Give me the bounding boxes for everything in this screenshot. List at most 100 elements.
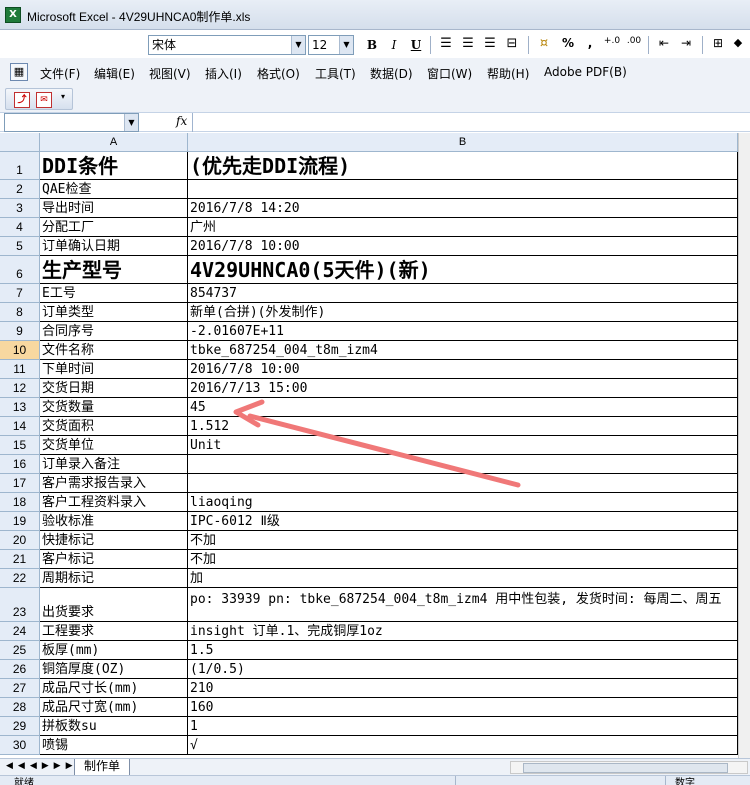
cell-a[interactable]: 出货要求 [40,588,188,622]
row-header[interactable]: 12 [0,379,40,398]
cell-a[interactable]: 文件名称 [40,341,188,360]
row-header[interactable]: 21 [0,550,40,569]
sheet-navigation-arrows-icon[interactable]: ◀◀◀▶▶▶ [6,761,78,771]
row-header[interactable]: 5 [0,237,40,256]
font-size-select[interactable]: 12 ▼ [308,35,354,55]
row-header[interactable]: 4 [0,218,40,237]
cell-a[interactable]: 拼板数su [40,717,188,736]
cell-a[interactable]: 验收标准 [40,512,188,531]
cell-b[interactable]: 2016/7/8 10:00 [188,360,738,379]
align-left-icon[interactable]: ☰ [436,36,456,54]
cell-b[interactable]: liaoqing [188,493,738,512]
row-header[interactable]: 13 [0,398,40,417]
cell-b[interactable]: 新单(合拼)(外发制作) [188,303,738,322]
excel-app-icon[interactable]: X [5,7,21,23]
row-header[interactable]: 29 [0,717,40,736]
cell-a[interactable]: 合同序号 [40,322,188,341]
cell-b[interactable] [188,455,738,474]
cell-b[interactable]: 加 [188,569,738,588]
cell-a[interactable]: 生产型号 [40,256,188,284]
cell-b[interactable]: 1.5 [188,641,738,660]
menu-item-4[interactable]: 格式(O) [257,65,300,82]
cell-a[interactable]: 导出时间 [40,199,188,218]
cell-a[interactable]: 订单录入备注 [40,455,188,474]
insert-function-icon[interactable]: fx [176,114,187,128]
cell-b[interactable]: Unit [188,436,738,455]
percent-button[interactable]: % [558,36,578,54]
row-header[interactable]: 3 [0,199,40,218]
row-header[interactable]: 25 [0,641,40,660]
row-header[interactable]: 30 [0,736,40,755]
cell-b[interactable]: insight 订单.1、完成铜厚1oz [188,622,738,641]
vertical-scrollbar[interactable] [738,133,750,758]
align-right-icon[interactable]: ☰ [480,36,500,54]
cell-b[interactable]: 1.512 [188,417,738,436]
horizontal-scroll-thumb[interactable] [523,763,728,773]
row-header[interactable]: 10 [0,341,40,360]
cell-b[interactable]: 2016/7/13 15:00 [188,379,738,398]
cell-b[interactable]: tbke_687254_004_t8m_izm4 [188,341,738,360]
row-header[interactable]: 8 [0,303,40,322]
increase-indent-icon[interactable]: ⇥ [676,36,696,54]
menu-item-5[interactable]: 工具(T) [315,65,356,82]
chevron-down-icon[interactable]: ▼ [339,36,353,54]
row-header[interactable]: 16 [0,455,40,474]
cell-b[interactable]: IPC-6012 Ⅱ级 [188,512,738,531]
worksheet-menu-icon[interactable]: ▦ [10,63,28,81]
increase-decimal-icon[interactable]: +.0 [602,36,622,54]
menu-item-0[interactable]: 文件(F) [40,65,80,82]
cell-a[interactable]: 成品尺寸长(mm) [40,679,188,698]
menu-item-7[interactable]: 窗口(W) [427,65,472,82]
cell-b[interactable]: √ [188,736,738,755]
cell-b[interactable]: 2016/7/8 14:20 [188,199,738,218]
cell-a[interactable]: DDI条件 [40,152,188,180]
cell-a[interactable]: 客户需求报告录入 [40,474,188,493]
cell-a[interactable]: 客户标记 [40,550,188,569]
cell-b[interactable] [188,474,738,493]
row-header[interactable]: 9 [0,322,40,341]
formula-input[interactable] [192,113,750,132]
cell-a[interactable]: 喷锡 [40,736,188,755]
decrease-indent-icon[interactable]: ⇤ [654,36,674,54]
cell-a[interactable]: 订单确认日期 [40,237,188,256]
cell-b[interactable]: 2016/7/8 10:00 [188,237,738,256]
chevron-down-icon[interactable]: ▼ [291,36,305,54]
cell-b[interactable]: 45 [188,398,738,417]
row-header[interactable]: 19 [0,512,40,531]
row-header[interactable]: 26 [0,660,40,679]
cell-a[interactable]: 下单时间 [40,360,188,379]
horizontal-scrollbar[interactable] [510,761,748,774]
column-header-b[interactable]: B [188,133,738,152]
row-header[interactable]: 2 [0,180,40,199]
row-header[interactable]: 20 [0,531,40,550]
row-header[interactable]: 23 [0,588,40,622]
cell-b[interactable]: 不加 [188,550,738,569]
row-header[interactable]: 18 [0,493,40,512]
menu-item-6[interactable]: 数据(D) [370,65,413,82]
menu-item-1[interactable]: 编辑(E) [94,65,135,82]
merge-center-icon[interactable]: ⊟ [502,36,522,54]
cell-a[interactable]: 订单类型 [40,303,188,322]
row-header[interactable]: 24 [0,622,40,641]
column-header-a[interactable]: A [40,133,188,152]
cell-a[interactable]: 快捷标记 [40,531,188,550]
cell-a[interactable]: 铜箔厚度(OZ) [40,660,188,679]
cell-b[interactable]: 广州 [188,218,738,237]
cell-a[interactable]: 客户工程资料录入 [40,493,188,512]
select-all-corner[interactable] [0,133,40,152]
borders-icon[interactable]: ⊞ [708,36,728,54]
cell-b[interactable]: 160 [188,698,738,717]
menu-item-3[interactable]: 插入(I) [205,65,242,82]
cell-a[interactable]: E工号 [40,284,188,303]
row-header[interactable]: 28 [0,698,40,717]
cell-a[interactable]: 交货面积 [40,417,188,436]
row-header[interactable]: 6 [0,256,40,284]
cell-b[interactable]: (1/0.5) [188,660,738,679]
row-header[interactable]: 27 [0,679,40,698]
cell-a[interactable]: 分配工厂 [40,218,188,237]
cell-b[interactable]: 210 [188,679,738,698]
sheet-tab-zhizuodan[interactable]: 制作单 [74,759,130,776]
cell-a[interactable]: 板厚(mm) [40,641,188,660]
row-header[interactable]: 14 [0,417,40,436]
cell-a[interactable]: 工程要求 [40,622,188,641]
